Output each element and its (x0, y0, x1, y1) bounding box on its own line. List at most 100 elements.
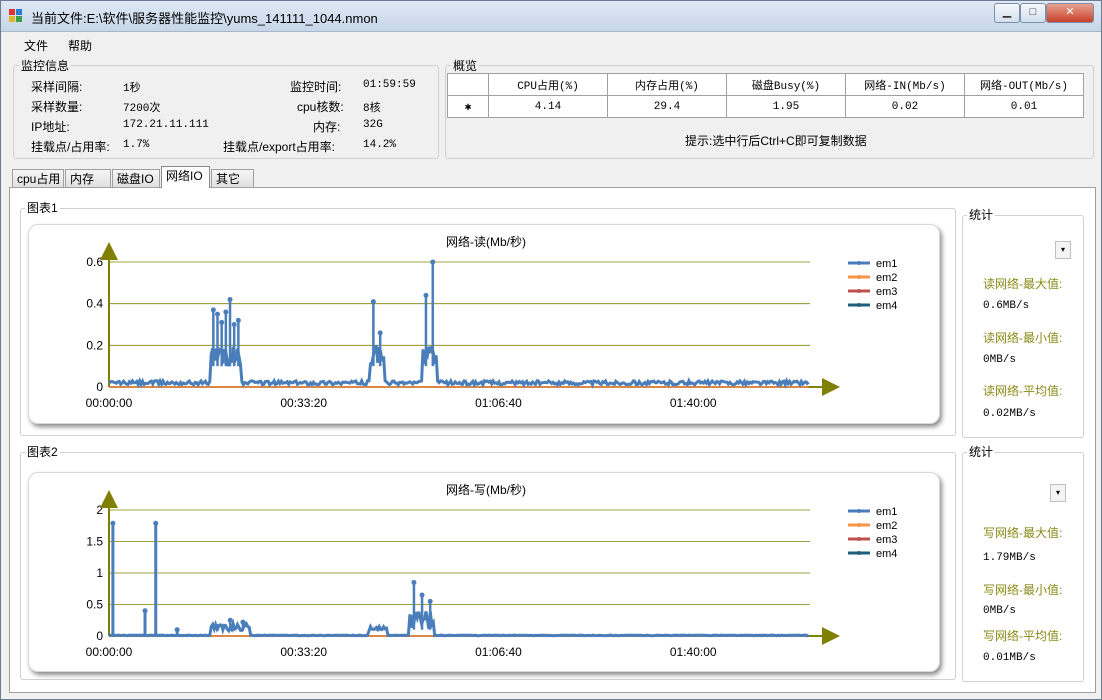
tab-cpu[interactable]: cpu占用 (12, 169, 64, 187)
time-value: 01:59:59 (363, 79, 416, 91)
peak-point (427, 598, 433, 604)
table-cell[interactable]: 0.02 (845, 95, 965, 118)
legend-label: em4 (876, 548, 897, 560)
table-header-row: CPU占用(%) 内存占用(%) 磁盘Busy(%) 网络-IN(Mb/s) 网… (447, 73, 1084, 96)
table-row[interactable]: ✱ 4.14 29.4 1.95 0.02 0.01 (447, 95, 1084, 118)
title-bar: 当前文件:E:\软件\服务器性能监控\yums_141111_1044.nmon… (1, 1, 1101, 32)
series-em1 (108, 259, 810, 389)
legend-marker (857, 551, 861, 555)
x-tick-label: 00:00:00 (86, 396, 133, 410)
read-max-value: 0.6MB/s (983, 300, 1030, 312)
peak-point (227, 297, 233, 302)
column-header[interactable]: 网络-OUT(Mb/s) (964, 73, 1084, 96)
window-title: 当前文件:E:\软件\服务器性能监控\yums_141111_1044.nmon (31, 11, 378, 26)
peak-point (215, 311, 221, 317)
write-avg-value: 0.01MB/s (983, 652, 1036, 664)
table-cell[interactable]: 29.4 (607, 95, 727, 118)
minimize-button[interactable]: ▁ (994, 3, 1020, 23)
x-tick-label: 01:06:40 (475, 396, 522, 410)
y-axis-arrow (100, 242, 118, 260)
legend-label: em1 (876, 506, 897, 518)
tab-other[interactable]: 其它 (211, 169, 254, 187)
x-tick-label: 01:40:00 (670, 645, 717, 659)
peak-point (423, 292, 429, 298)
cpu-cores-value: 8核 (363, 103, 381, 115)
table-cell[interactable]: 4.14 (488, 95, 608, 118)
menu-bar: 文件 帮助 (1, 32, 1101, 54)
export-value: 14.2% (363, 139, 397, 151)
peak-point (210, 307, 216, 313)
legend-label: em1 (876, 258, 897, 270)
peak-point (231, 322, 237, 327)
series-line (108, 611, 810, 638)
peak-point (235, 317, 241, 323)
legend-marker (857, 275, 861, 279)
x-tick-label: 00:33:20 (280, 645, 327, 659)
tab-disk-io[interactable]: 磁盘IO (112, 169, 160, 187)
x-axis-arrow (822, 378, 840, 396)
table-cell[interactable]: 0.01 (964, 95, 1084, 118)
legend-marker (857, 537, 861, 541)
legend-marker (857, 289, 861, 293)
cpu-cores-label: cpu核数: (297, 100, 344, 114)
app-window: 当前文件:E:\软件\服务器性能监控\yums_141111_1044.nmon… (0, 0, 1102, 700)
tab-memory[interactable]: 内存 (65, 169, 111, 187)
read-max-label: 读网络-最大值: (983, 277, 1063, 291)
column-header[interactable]: 磁盘Busy(%) (726, 73, 846, 96)
peak-point (370, 299, 376, 305)
x-tick-label: 01:40:00 (670, 396, 717, 410)
peak-point (419, 592, 425, 598)
chart1-stats-title: 统计 (967, 206, 996, 223)
peak-point (215, 624, 221, 630)
menu-file[interactable]: 文件 (24, 37, 48, 54)
x-tick-label: 00:00:00 (86, 645, 133, 659)
column-header[interactable]: CPU占用(%) (488, 73, 608, 96)
y-tick-label: 0 (96, 629, 103, 643)
mount-label: 挂载点/占用率: (31, 140, 110, 154)
app-icon (9, 9, 23, 22)
spike-point (110, 520, 116, 526)
chart2-dropdown-button[interactable]: ▾ (1050, 484, 1066, 502)
write-max-label: 写网络-最大值: (983, 526, 1063, 540)
legend-label: em3 (876, 534, 897, 546)
legend-marker (857, 523, 861, 527)
menu-help[interactable]: 帮助 (68, 37, 92, 54)
close-button[interactable]: ✕ (1046, 3, 1094, 23)
peak-point (375, 625, 381, 631)
spike-point (142, 608, 148, 614)
write-min-value: 0MB/s (983, 605, 1017, 617)
overview-table[interactable]: CPU占用(%) 内存占用(%) 磁盘Busy(%) 网络-IN(Mb/s) 网… (447, 73, 1084, 118)
read-avg-label: 读网络-平均值: (983, 384, 1063, 398)
count-label: 采样数量: (31, 100, 83, 114)
x-axis-arrow (822, 627, 840, 645)
column-header[interactable]: 网络-IN(Mb/s) (845, 73, 965, 96)
chart2-write-network: 00.511.5200:00:00 00:33:20 01:06:40 01:40:0… (86, 490, 897, 659)
maximize-button[interactable]: □ (1020, 3, 1046, 23)
chart1-dropdown-button[interactable]: ▾ (1055, 241, 1071, 259)
write-min-label: 写网络-最小值: (983, 583, 1063, 597)
table-cell[interactable]: 1.95 (726, 95, 846, 118)
read-avg-value: 0.02MB/s (983, 408, 1036, 420)
mount-value: 1.7% (123, 139, 150, 151)
copy-hint: 提示:选中行后Ctrl+C即可复制数据 (685, 134, 867, 148)
x-tick-label: 01:06:40 (475, 645, 522, 659)
peak-point (430, 259, 436, 265)
tab-network-io[interactable]: 网络IO (161, 166, 210, 188)
time-label: 监控时间: (290, 80, 342, 94)
memory-value: 32G (363, 119, 383, 131)
read-min-label: 读网络-最小值: (983, 331, 1063, 345)
column-header[interactable]: 内存占用(%) (607, 73, 727, 96)
network-io-panel: 图表1 网络-读(Mb/秒) 0 0.2 0.4 0.6 00:00:00 00:33:2… (9, 187, 1096, 693)
interval-label: 采样间隔: (31, 80, 83, 94)
spike-point (174, 627, 180, 633)
row-header-corner (447, 73, 489, 96)
y-tick-label: 1 (96, 566, 103, 580)
write-avg-label: 写网络-平均值: (983, 629, 1063, 643)
legend-marker (857, 509, 861, 513)
peak-point (219, 319, 225, 325)
y-tick-label: 0.2 (86, 338, 103, 352)
ip-label: IP地址: (31, 120, 70, 134)
row-marker[interactable]: ✱ (447, 95, 489, 118)
peak-point (377, 330, 383, 336)
memory-label: 内存: (313, 120, 341, 134)
